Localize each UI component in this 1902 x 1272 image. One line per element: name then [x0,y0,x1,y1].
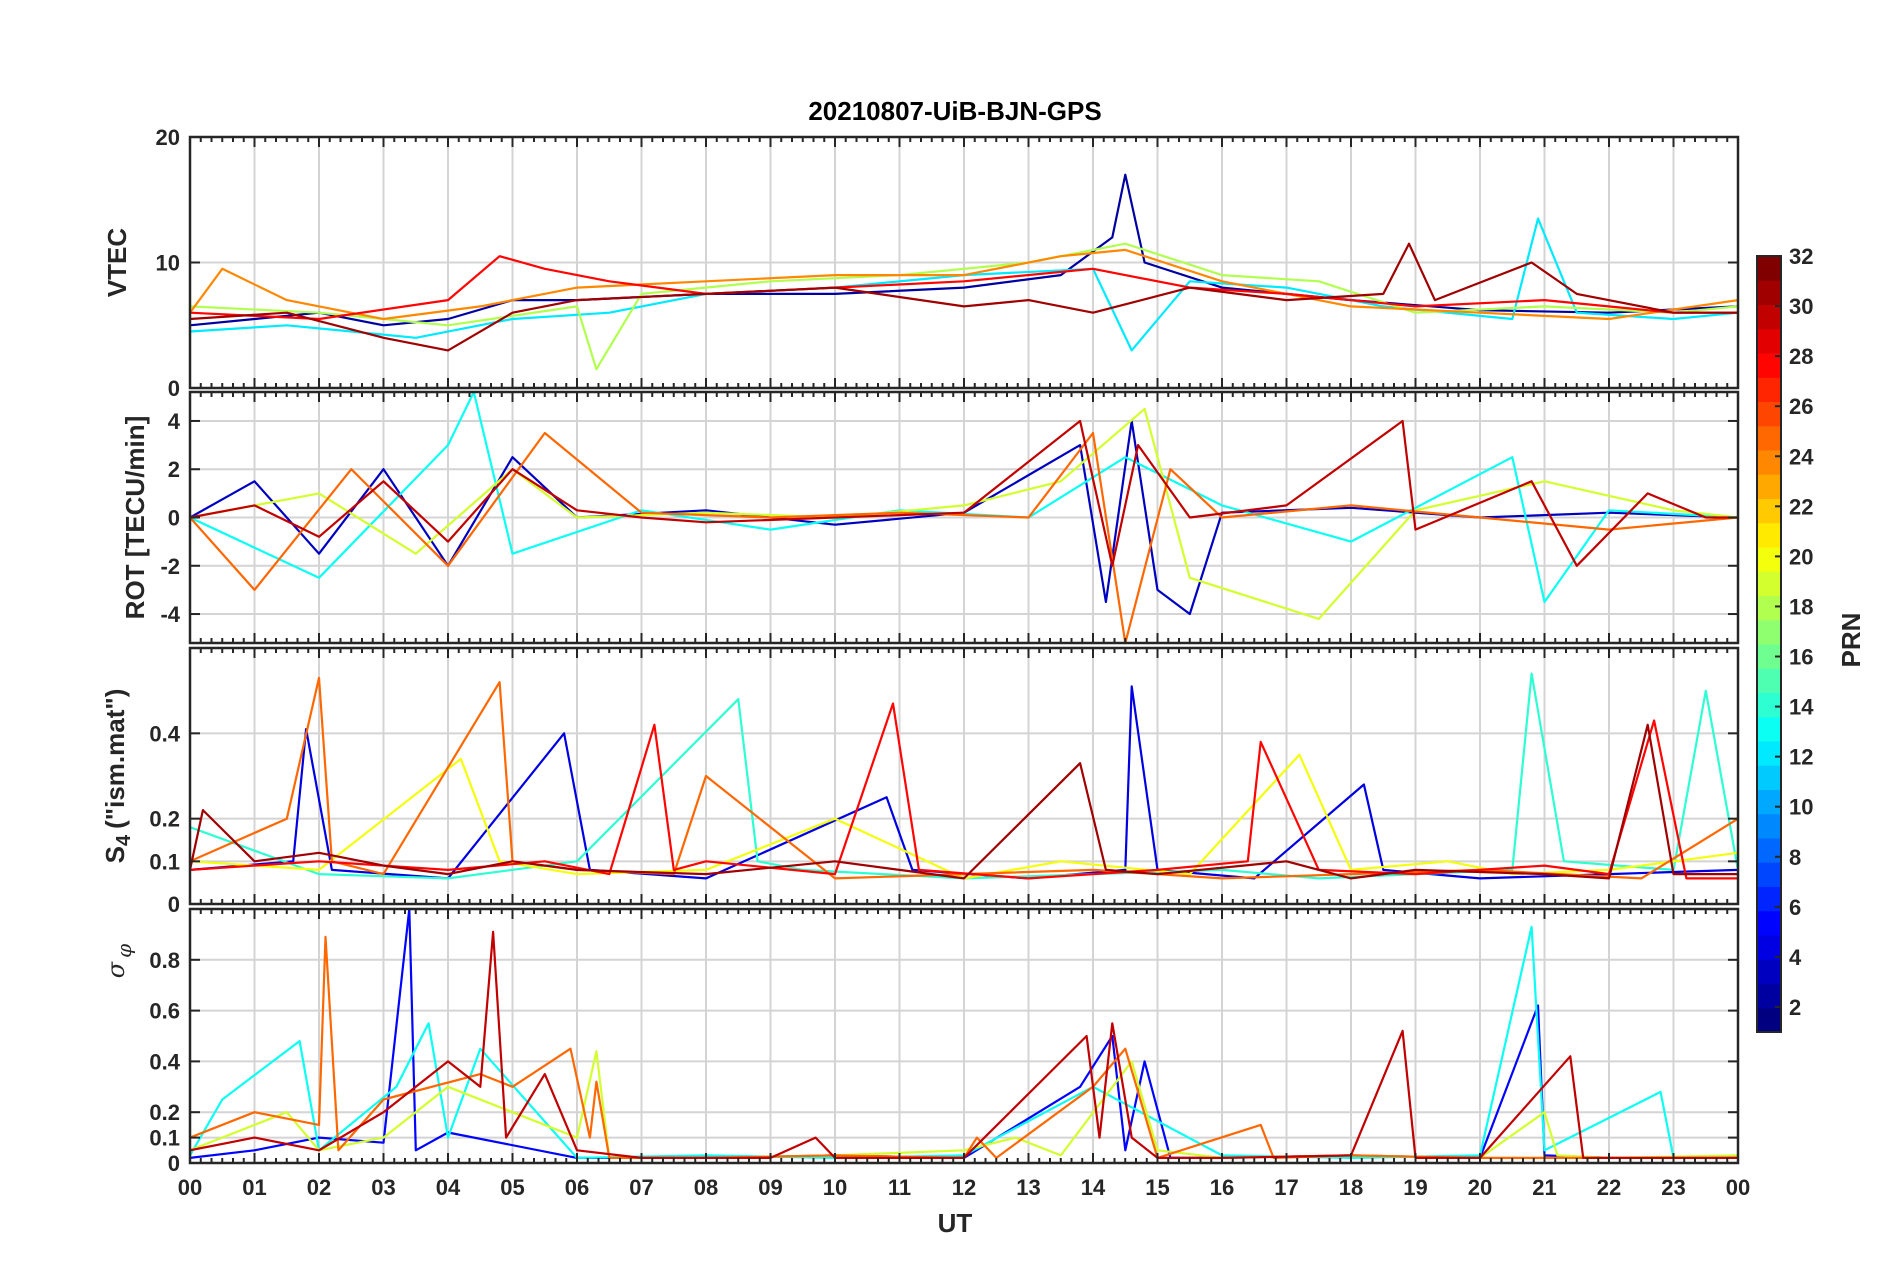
colorbar-band [1757,280,1781,305]
y-tick-label: 0 [168,892,180,917]
x-tick-label: 19 [1403,1175,1427,1200]
colorbar-tick-label: 22 [1789,494,1813,519]
colorbar-band [1757,522,1781,548]
colorbar-tick-label: 30 [1789,294,1813,319]
colorbar-band [1757,377,1781,402]
y-tick-label: 0 [168,506,180,531]
x-tick-label: 04 [436,1175,461,1200]
x-tick-label: 00 [178,1175,202,1200]
x-axis-label: UT [938,1208,973,1238]
colorbar-band [1757,862,1781,887]
y-tick-label: 0.8 [149,948,180,973]
colorbar-tick-label: 10 [1789,795,1813,820]
y-tick-label: 0.1 [149,1126,180,1151]
y-axis-label: ROT [TECU/min] [120,416,150,620]
colorbar-tick-label: 24 [1789,444,1814,469]
colorbar-tick-label: 6 [1789,895,1801,920]
colorbar-band [1757,813,1781,839]
x-tick-label: 11 [888,1175,911,1200]
x-tick-label: 14 [1081,1175,1106,1200]
colorbar-band [1757,692,1781,718]
colorbar-band [1757,959,1781,984]
colorbar-band [1757,910,1781,936]
colorbar-band [1757,838,1781,863]
colorbar-tick-label: 4 [1789,945,1802,970]
colorbar-band [1757,741,1781,766]
y-tick-label: -2 [160,554,180,579]
colorbar-tick-label: 28 [1789,344,1813,369]
y-axis-label-subscript: 4 [113,834,135,846]
x-tick-label: 00 [1726,1175,1750,1200]
colorbar-band [1757,256,1781,281]
colorbar-band [1757,425,1781,451]
x-tick-label: 07 [629,1175,653,1200]
x-tick-label: 21 [1532,1175,1556,1200]
x-tick-label: 10 [823,1175,847,1200]
colorbar-band [1757,668,1781,693]
colorbar-band [1757,304,1781,330]
colorbar-band [1757,547,1781,572]
colorbar-label: PRN [1836,613,1866,668]
x-tick-label: 15 [1145,1175,1169,1200]
colorbar-band [1757,716,1781,742]
y-tick-label: 0 [168,1151,180,1176]
figure: 20210807-UiB-BJN-GPS 01020VTEC-4-2024ROT… [0,0,1902,1272]
colorbar-tick-label: 20 [1789,544,1813,569]
y-tick-label: 20 [156,125,180,150]
x-tick-label: 22 [1597,1175,1621,1200]
y-tick-label: 0.4 [149,1049,180,1074]
colorbar-band [1757,765,1781,790]
x-tick-label: 16 [1210,1175,1234,1200]
colorbar-band [1757,789,1781,815]
y-axis-label-subscript: φ [112,944,136,958]
y-tick-label: 0.1 [149,849,180,874]
x-tick-label: 01 [242,1175,266,1200]
x-tick-label: 18 [1339,1175,1363,1200]
colorbar-band [1757,498,1781,524]
colorbar-band [1757,619,1781,645]
x-tick-label: 03 [371,1175,395,1200]
colorbar-band [1757,474,1781,499]
colorbar-tick-label: 12 [1789,745,1813,770]
colorbar-band [1757,328,1781,354]
x-tick-label: 09 [758,1175,782,1200]
x-tick-label: 08 [694,1175,718,1200]
x-tick-label: 17 [1274,1175,1298,1200]
figure-background [0,0,1902,1272]
y-tick-label: 0.6 [149,999,180,1024]
colorbar-tick-label: 32 [1789,244,1813,269]
x-tick-label: 12 [952,1175,976,1200]
colorbar-band [1757,595,1781,621]
y-tick-label: 4 [168,409,181,434]
y-tick-label: -4 [160,602,180,627]
x-tick-label: 20 [1468,1175,1492,1200]
x-tick-label: 23 [1661,1175,1685,1200]
y-axis-label: VTEC [102,228,132,298]
figure-title: 20210807-UiB-BJN-GPS [808,96,1101,126]
colorbar-tick-label: 2 [1789,995,1801,1020]
colorbar-tick-label: 16 [1789,645,1813,670]
colorbar-tick-label: 26 [1789,394,1813,419]
colorbar-band [1757,983,1781,1009]
colorbar-band [1757,450,1781,475]
y-tick-label: 0 [168,376,180,401]
x-tick-label: 13 [1016,1175,1040,1200]
y-axis-label-rest: ("ism.mat") [100,689,130,829]
colorbar-band [1757,571,1781,596]
y-tick-label: 0.2 [149,807,180,832]
x-tick-label: 02 [307,1175,331,1200]
colorbar-band [1757,1007,1781,1033]
x-tick-label: 06 [565,1175,589,1200]
colorbar-tick-label: 8 [1789,845,1801,870]
y-tick-label: 0.2 [149,1100,180,1125]
y-tick-label: 2 [168,457,180,482]
y-tick-label: 10 [156,251,180,276]
y-tick-label: 0.4 [149,721,180,746]
colorbar-tick-label: 18 [1789,594,1813,619]
x-tick-label: 05 [500,1175,524,1200]
colorbar-tick-label: 14 [1789,695,1814,720]
